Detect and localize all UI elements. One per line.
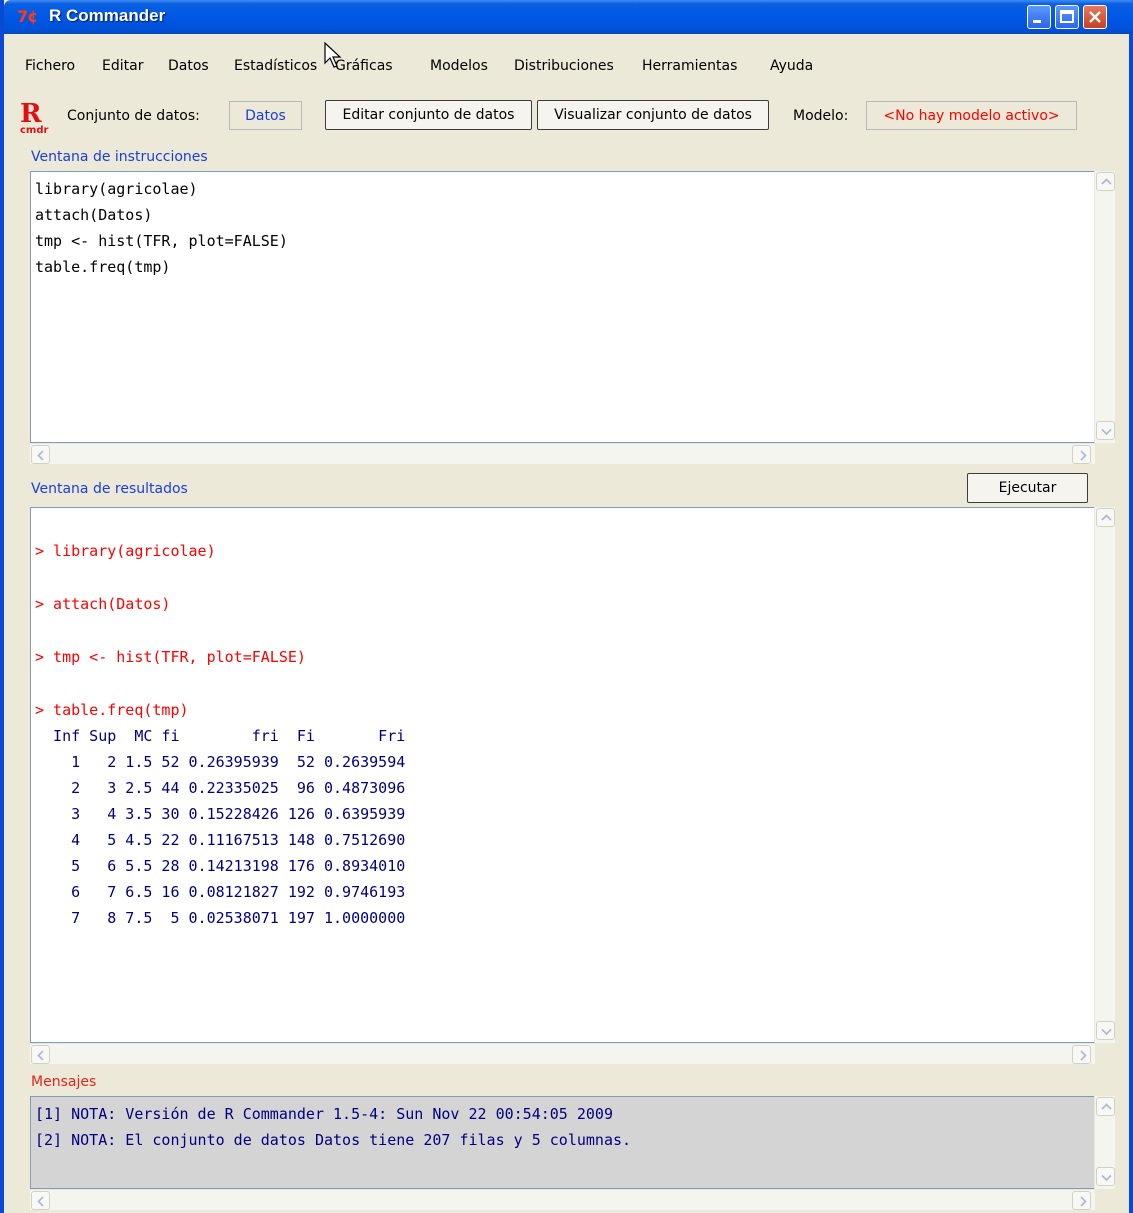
arrow-right-icon — [1080, 1196, 1087, 1207]
output-horizontal-scrollbar[interactable] — [30, 1043, 1095, 1064]
scroll-right-button[interactable] — [1072, 1045, 1091, 1064]
script-window-label: Ventana de instrucciones — [31, 149, 208, 165]
menu-modelos[interactable]: Modelos — [430, 58, 488, 74]
arrow-left-icon — [37, 450, 44, 461]
table-row: 5 6 5.5 28 0.14213198 176 0.8934010 — [35, 857, 406, 875]
table-header: Inf Sup MC fi fri Fi Fri — [35, 727, 406, 745]
scroll-down-button[interactable] — [1096, 421, 1115, 440]
script-horizontal-scrollbar[interactable] — [30, 443, 1095, 464]
table-row: 1 2 1.5 52 0.26395939 52 0.2639594 — [35, 753, 406, 771]
output-window[interactable]: > library(agricolae) > attach(Datos) > t… — [30, 507, 1095, 1043]
arrow-left-icon — [37, 1050, 44, 1061]
script-vertical-scrollbar[interactable] — [1094, 171, 1115, 443]
menu-estadisticos[interactable]: Estadísticos — [234, 58, 317, 74]
messages-vertical-scrollbar[interactable] — [1094, 1096, 1115, 1189]
arrow-left-icon — [37, 1196, 44, 1207]
table-row: 7 8 7.5 5 0.02538071 197 1.0000000 — [35, 909, 406, 927]
arrow-right-icon — [1080, 450, 1087, 461]
app-icon: 7¢ — [17, 7, 38, 26]
message-line: [1] NOTA: Versión de R Commander 1.5-4: … — [35, 1105, 613, 1123]
table-row: 4 5 4.5 22 0.11167513 148 0.7512690 — [35, 831, 406, 849]
mouse-cursor-icon — [324, 42, 342, 68]
arrow-down-icon — [1101, 428, 1112, 436]
scroll-right-button[interactable] — [1072, 1191, 1091, 1210]
scroll-up-button[interactable] — [1096, 1097, 1115, 1116]
title-bar[interactable]: 7¢ R Commander — [4, 0, 1133, 34]
command-echo: > attach(Datos) — [35, 595, 171, 613]
table-row: 2 3 2.5 44 0.22335025 96 0.4873096 — [35, 779, 406, 797]
scroll-left-button[interactable] — [31, 1045, 50, 1064]
scroll-left-button[interactable] — [31, 445, 50, 464]
window-title: R Commander — [49, 6, 166, 25]
menu-fichero[interactable]: Fichero — [25, 58, 75, 74]
command-echo: > library(agricolae) — [35, 542, 216, 560]
model-label: Modelo: — [793, 108, 849, 124]
r-commander-window: 7¢ R Commander Fichero Editar Datos Esta… — [0, 0, 1133, 1213]
arrow-down-icon — [1101, 1174, 1112, 1182]
dataset-label: Conjunto de datos: — [67, 108, 200, 124]
menu-datos[interactable]: Datos — [168, 58, 209, 74]
script-line: library(agricolae) — [35, 180, 198, 198]
svg-text:cmdr: cmdr — [20, 125, 49, 134]
close-button[interactable] — [1083, 5, 1107, 29]
maximize-icon — [1060, 10, 1074, 23]
menu-herramientas[interactable]: Herramientas — [642, 58, 737, 74]
menu-editar[interactable]: Editar — [102, 58, 143, 74]
messages-label: Mensajes — [31, 1074, 97, 1090]
edit-dataset-button[interactable]: Editar conjunto de datos — [325, 100, 532, 130]
arrow-up-icon — [1101, 514, 1112, 521]
messages-horizontal-scrollbar[interactable] — [30, 1189, 1095, 1210]
table-row: 3 4 3.5 30 0.15228426 126 0.6395939 — [35, 805, 406, 823]
scroll-right-button[interactable] — [1072, 445, 1091, 464]
scroll-up-button[interactable] — [1096, 508, 1115, 527]
close-icon — [1089, 11, 1101, 23]
script-window[interactable]: library(agricolae) attach(Datos) tmp <- … — [30, 171, 1095, 443]
arrow-right-icon — [1080, 1050, 1087, 1061]
minimize-icon — [1033, 20, 1041, 23]
rcmdr-logo-icon: R cmdr — [20, 99, 49, 134]
run-button[interactable]: Ejecutar — [967, 473, 1088, 503]
arrow-up-icon — [1101, 178, 1112, 185]
output-vertical-scrollbar[interactable] — [1094, 507, 1115, 1043]
scroll-down-button[interactable] — [1096, 1167, 1115, 1186]
table-row: 6 7 6.5 16 0.08121827 192 0.9746193 — [35, 883, 406, 901]
output-window-label: Ventana de resultados — [31, 481, 188, 497]
menu-bar: Fichero Editar Datos Estadísticos Gráfic… — [8, 58, 1133, 82]
messages-window[interactable]: [1] NOTA: Versión de R Commander 1.5-4: … — [30, 1096, 1095, 1189]
arrow-up-icon — [1101, 1103, 1112, 1110]
command-echo: > table.freq(tmp) — [35, 701, 189, 719]
scroll-down-button[interactable] — [1096, 1021, 1115, 1040]
scroll-left-button[interactable] — [31, 1191, 50, 1210]
command-echo: > tmp <- hist(TFR, plot=FALSE) — [35, 648, 306, 666]
script-line: table.freq(tmp) — [35, 258, 171, 276]
minimize-button[interactable] — [1027, 5, 1051, 29]
active-model-button[interactable]: <No hay modelo activo> — [866, 101, 1077, 130]
view-dataset-button[interactable]: Visualizar conjunto de datos — [537, 100, 769, 130]
script-line: tmp <- hist(TFR, plot=FALSE) — [35, 232, 288, 250]
message-line: [2] NOTA: El conjunto de datos Datos tie… — [35, 1131, 632, 1149]
menu-ayuda[interactable]: Ayuda — [770, 58, 813, 74]
scroll-up-button[interactable] — [1096, 172, 1115, 191]
script-line: attach(Datos) — [35, 206, 153, 224]
active-dataset-button[interactable]: Datos — [229, 101, 302, 130]
menu-distribuciones[interactable]: Distribuciones — [514, 58, 614, 74]
maximize-button[interactable] — [1055, 5, 1079, 29]
arrow-down-icon — [1101, 1028, 1112, 1036]
